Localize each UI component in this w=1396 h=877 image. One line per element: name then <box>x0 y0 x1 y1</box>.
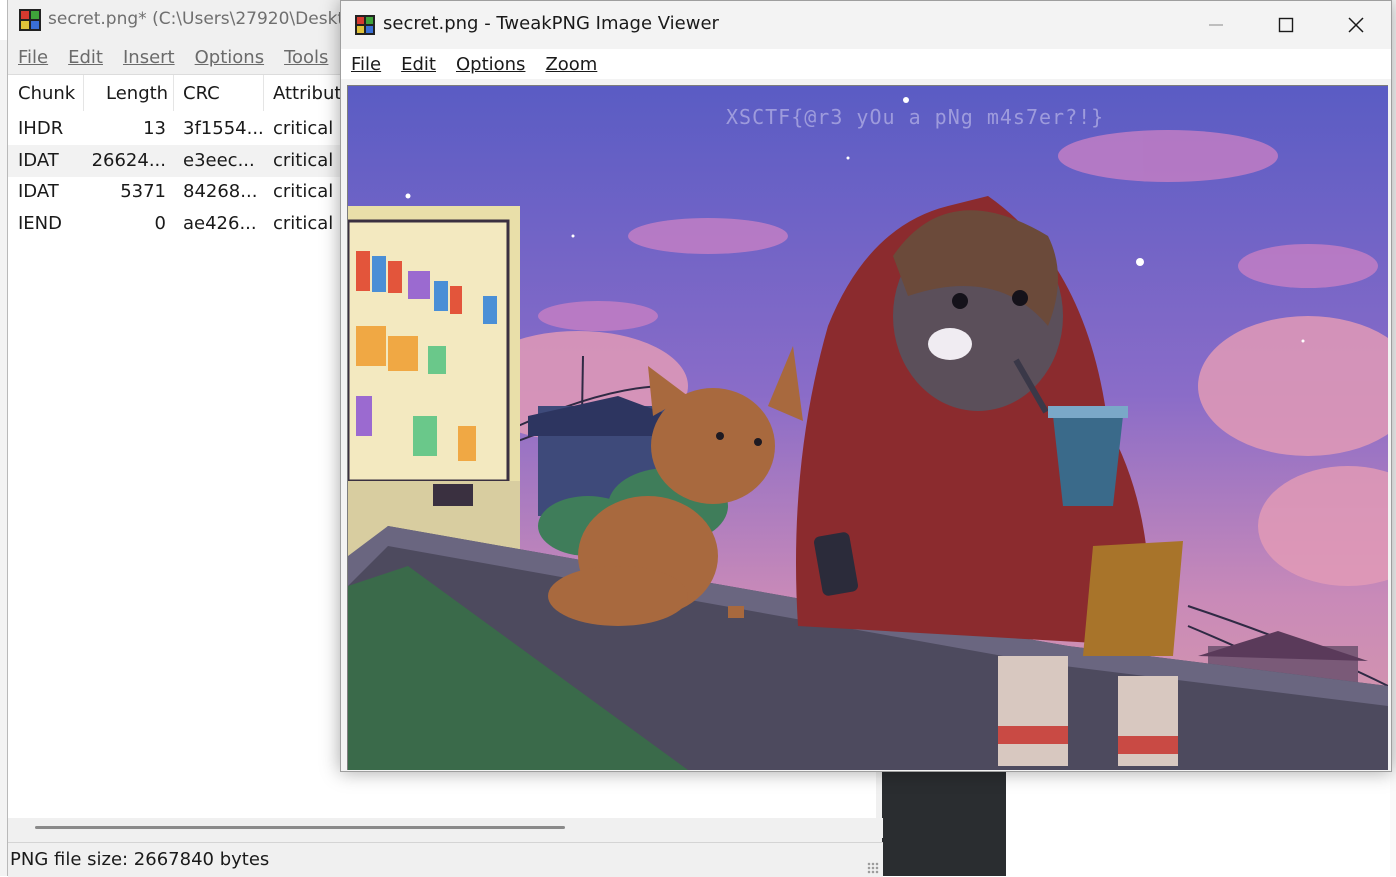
background-monitor <box>880 770 1006 876</box>
cell-attribute: critical <box>273 150 334 171</box>
viewer-menu-zoom[interactable]: Zoom <box>545 54 597 75</box>
viewer-title-bar[interactable]: secret.png - TweakPNG Image Viewer <box>341 1 1391 49</box>
menu-file[interactable]: File <box>18 47 48 68</box>
column-header-crc-label: CRC <box>183 82 220 104</box>
menu-options-label: Options <box>194 46 265 68</box>
cell-chunk: IDAT <box>18 181 59 202</box>
minimize-button[interactable] <box>1181 1 1251 49</box>
maximize-icon <box>1278 17 1294 33</box>
menu-edit[interactable]: Edit <box>68 47 103 68</box>
hidden-flag-text: XSCTF{@r3 yOu a pNg m4s7er?!} <box>726 105 1104 129</box>
menu-insert-label: Insert <box>122 46 175 68</box>
menu-edit-label: Edit <box>68 46 103 68</box>
image-canvas[interactable]: XSCTF{@r3 yOu a pNg m4s7er?!} <box>347 85 1388 770</box>
image-viewer-window: secret.png - TweakPNG Image Viewer File … <box>340 0 1392 772</box>
maximize-button[interactable] <box>1251 1 1321 49</box>
cell-crc: e3eec... <box>183 150 255 171</box>
cell-chunk: IDAT <box>18 150 59 171</box>
status-bar: PNG file size: 2667840 bytes <box>8 842 883 877</box>
viewer-menu-zoom-label: Zoom <box>545 53 598 75</box>
cell-attribute: critical <box>273 118 334 139</box>
viewer-menu-edit[interactable]: Edit <box>401 54 436 75</box>
cell-crc: 84268... <box>183 181 258 202</box>
cell-length: 26624... <box>91 150 166 171</box>
menu-options[interactable]: Options <box>195 47 264 68</box>
viewer-menu-options-label: Options <box>455 53 526 75</box>
cell-chunk: IHDR <box>18 118 64 139</box>
close-button[interactable] <box>1321 1 1391 49</box>
horizontal-scrollbar[interactable] <box>8 818 883 838</box>
column-header-length[interactable]: Length <box>84 75 174 111</box>
viewer-menu-file[interactable]: File <box>351 54 381 75</box>
column-header-length-label: Length <box>106 82 169 104</box>
cell-chunk: IEND <box>18 213 63 234</box>
column-header-chunk-label: Chunk <box>18 82 76 104</box>
cell-crc: ae426... <box>183 213 257 234</box>
viewer-menu-bar: File Edit Options Zoom <box>341 49 1391 79</box>
viewer-menu-options[interactable]: Options <box>456 54 525 75</box>
column-header-crc[interactable]: CRC <box>174 75 264 111</box>
cell-crc: 3f1554... <box>183 118 264 139</box>
menu-insert[interactable]: Insert <box>123 47 175 68</box>
background-edge <box>0 40 7 876</box>
menu-file-label: File <box>18 46 49 68</box>
close-icon <box>1348 17 1364 33</box>
cell-length: 5371 <box>120 181 166 202</box>
viewer-window-title: secret.png - TweakPNG Image Viewer <box>383 13 719 34</box>
minimize-icon <box>1209 24 1223 26</box>
tweakpng-app-icon <box>19 9 41 31</box>
main-window-title: secret.png* (C:\Users\27920\Desktop <box>48 9 366 29</box>
viewer-menu-file-label: File <box>351 53 382 75</box>
scrollbar-thumb[interactable] <box>35 826 565 829</box>
viewer-app-icon <box>355 15 375 35</box>
cell-attribute: critical <box>273 181 334 202</box>
status-file-size: PNG file size: 2667840 bytes <box>10 849 270 870</box>
column-header-chunk[interactable]: Chunk <box>8 75 84 111</box>
viewer-menu-edit-label: Edit <box>401 53 436 75</box>
cell-length: 0 <box>154 213 166 234</box>
illustration-image: XSCTF{@r3 yOu a pNg m4s7er?!} <box>348 86 1388 770</box>
menu-tools-label: Tools <box>284 46 329 68</box>
cell-attribute: critical <box>273 213 334 234</box>
cell-length: 13 <box>143 118 166 139</box>
resize-grip-icon[interactable] <box>867 862 879 874</box>
menu-tools[interactable]: Tools <box>284 47 328 68</box>
